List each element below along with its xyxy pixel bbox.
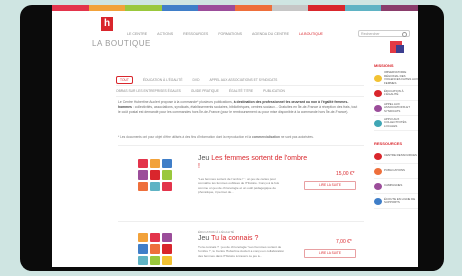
divider (118, 145, 364, 146)
read-more-button[interactable]: LIRE LA SUITE (304, 181, 356, 190)
tablet-bottom-bezel (20, 267, 444, 271)
product-title[interactable]: Jeu Tu la connais ? (198, 235, 308, 243)
resources-heading: RESSOURCES (374, 141, 403, 146)
missions-heading: MISSIONS (374, 63, 394, 68)
filter-dvd[interactable]: DVD (193, 78, 200, 82)
intro-text: Le Centre Hubertine Auclert propose à la… (118, 100, 358, 115)
filter-education[interactable]: ÉDUCATION À L'ÉGALITÉ (143, 78, 183, 82)
missions-list: OBSERVATOIRE RÉGIONAL DES VIOLENCES FAIT… (374, 70, 418, 131)
sidebar-item-label: ÉCOUTE EN LIGNE DE SUPPORTS (384, 196, 416, 204)
filter-guide[interactable]: GUIDE PRATIQUE (191, 89, 219, 93)
note-part: * Les documents ont pour objet d'être ut… (118, 135, 252, 139)
search-icon[interactable] (402, 32, 407, 37)
filter-egalite-titre[interactable]: ÉGALITÉ TITRE (229, 89, 253, 93)
product-type: Jeu (198, 235, 210, 242)
sidebar-item-icon (374, 182, 382, 190)
color-stripe (234, 5, 272, 11)
product-description: "Les femmes sortent de l'ombre !" : un j… (198, 177, 280, 195)
site-logo[interactable]: h (101, 17, 113, 31)
product-thumbnail[interactable] (138, 233, 172, 265)
note-part: ne sont pas autorisées. (279, 135, 314, 139)
color-stripe (52, 5, 89, 11)
sidebar-item-label: APPUI AUX COLLECTIVITÉS LOCALES (384, 116, 407, 128)
sidebar-item-label: PUBLICATIONS (384, 168, 405, 173)
product-thumbnail[interactable] (138, 159, 172, 191)
sidebar-item-icon (374, 104, 382, 112)
nav-ressources[interactable]: RESSOURCES (183, 32, 208, 36)
sidebar-item-label: APPEL AUX ASSOCIATIONS ET SYNDICATS (384, 101, 410, 113)
sidebar-item-label: CENTRE RESSOURCES (384, 153, 417, 158)
resources-list: CENTRE RESSOURCES PUBLICATIONS CAMPAGNES ÉC… (374, 149, 418, 209)
intro-note: * Les documents ont pour objet d'être ut… (118, 135, 314, 139)
nav-formations[interactable]: FORMATIONS (218, 32, 242, 36)
sidebar-item-icon (374, 167, 382, 175)
sidebar-item-icon (374, 74, 382, 82)
intro-part: : collectivités, associations, syndicats… (118, 105, 358, 114)
product-category: ÉDUCATION À L'ÉGALITÉ (198, 230, 235, 234)
filter-row: TOUT ÉDUCATION À L'ÉGALITÉ DVD APPEL AUX… (116, 75, 364, 86)
sidebar-item[interactable]: OBSERVATOIRE RÉGIONAL DES VIOLENCES FAIT… (374, 70, 418, 86)
filter-entreprises[interactable]: OBRAS SUR LES ENTREPRISES ÉGALES (116, 89, 181, 93)
product-title-text[interactable]: Les femmes sortent de l'ombre ! (198, 155, 307, 170)
note-bold: commercialisation (251, 135, 280, 139)
nav-actions[interactable]: ACTIONS (157, 32, 173, 36)
search-placeholder: Rechercher (361, 32, 380, 36)
color-stripe (308, 5, 345, 11)
sidebar-item[interactable]: APPUI AUX COLLECTIVITÉS LOCALES (374, 116, 418, 131)
filter-row: OBRAS SUR LES ENTREPRISES ÉGALES GUIDE P… (116, 86, 364, 97)
category-filters: TOUT ÉDUCATION À L'ÉGALITÉ DVD APPEL AUX… (116, 75, 364, 97)
product-price: 15,00 €* (336, 171, 355, 177)
sidebar-item[interactable]: ÉCOUTE EN LIGNE DE SUPPORTS (374, 194, 418, 209)
sidebar-item[interactable]: PUBLICATIONS (374, 164, 418, 179)
divider (118, 221, 364, 222)
product-title[interactable]: Jeu Les femmes sortent de l'ombre ! (198, 155, 308, 171)
color-stripe (344, 5, 382, 11)
product-description: Tu la connais ? : jeu de chronologie "Le… (198, 245, 285, 258)
color-stripe (198, 5, 235, 11)
sidebar-item-icon (374, 152, 382, 160)
nav-centre[interactable]: LE CENTRE (127, 32, 147, 36)
filter-associations[interactable]: APPEL AUX ASSOCIATIONS ET SYNDICATS (209, 78, 277, 82)
color-stripe (271, 5, 309, 11)
read-more-button[interactable]: LIRE LA SUITE (304, 249, 356, 258)
intro-part: Le Centre Hubertine Auclert propose à la… (118, 100, 234, 104)
filter-publication[interactable]: PUBLICATION (263, 89, 285, 93)
product-type: Jeu (198, 155, 210, 162)
product-title-text[interactable]: Tu la connais ? (211, 235, 258, 242)
color-stripe (161, 5, 199, 11)
search-input[interactable]: Rechercher (358, 30, 410, 37)
color-stripe (125, 5, 162, 11)
nav-agenda[interactable]: AGENDA DU CENTRE (252, 32, 289, 36)
product-price: 7,00 €* (336, 239, 352, 245)
sidebar-item-label: OBSERVATOIRE RÉGIONAL DES VIOLENCES FAIT… (384, 70, 418, 85)
sidebar-item[interactable]: CENTRE RESSOURCES (374, 149, 418, 164)
page-title: LA BOUTIQUE (92, 39, 151, 48)
sidebar-item[interactable]: APPEL AUX ASSOCIATIONS ET SYNDICATS (374, 101, 418, 116)
sidebar-item-label: CAMPAGNES (384, 183, 403, 188)
sidebar: MISSIONS OBSERVATOIRE RÉGIONAL DES VIOLE… (374, 63, 418, 209)
sidebar-item[interactable]: ÉDUCATION À L'ÉGALITÉ (374, 86, 418, 101)
product-card: Jeu Les femmes sortent de l'ombre ! "Les… (118, 155, 364, 215)
sidebar-item-icon (374, 89, 382, 97)
sidebar-item-label: ÉDUCATION À L'ÉGALITÉ (384, 88, 404, 96)
decorative-flag-accent-icon (396, 45, 404, 53)
main-nav: LE CENTRE ACTIONS RESSOURCES FORMATIONS … (127, 32, 333, 36)
color-stripe-bar (52, 5, 418, 11)
web-page: h LA BOUTIQUE LE CENTRE ACTIONS RESSOURC… (52, 5, 418, 267)
sidebar-item-icon (374, 197, 382, 205)
product-card: ÉDUCATION À L'ÉGALITÉ Jeu Tu la connais … (118, 225, 364, 267)
filter-tout[interactable]: TOUT (116, 76, 133, 84)
color-stripe (381, 5, 418, 11)
color-stripe (88, 5, 126, 11)
nav-boutique[interactable]: LA BOUTIQUE (299, 32, 323, 36)
sidebar-item[interactable]: CAMPAGNES (374, 179, 418, 194)
sidebar-item-icon (374, 119, 382, 127)
tablet-frame: h LA BOUTIQUE LE CENTRE ACTIONS RESSOURC… (20, 5, 444, 271)
